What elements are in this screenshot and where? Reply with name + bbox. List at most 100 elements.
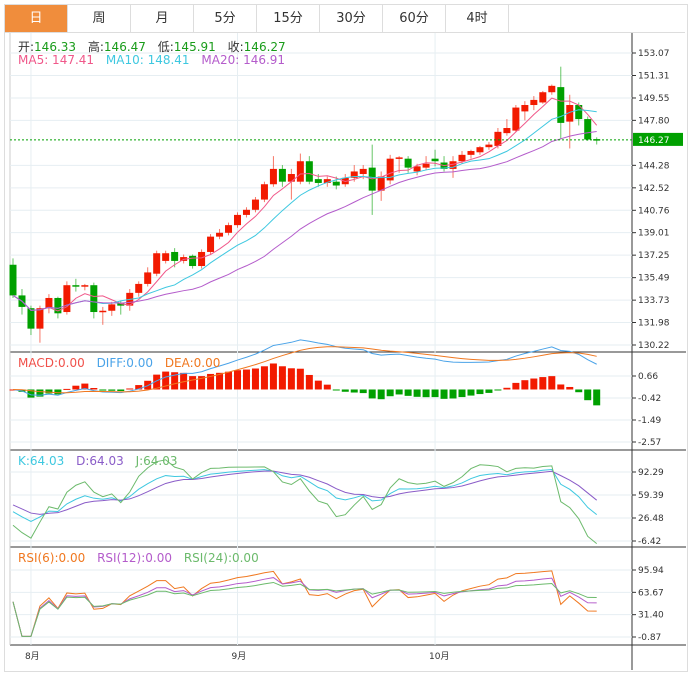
candle-body xyxy=(548,85,556,93)
rsi12-value: RSI(12):0.00 xyxy=(97,551,172,565)
macd-bar xyxy=(234,370,241,390)
candle xyxy=(593,137,601,145)
candle-body xyxy=(153,253,161,274)
candle-body xyxy=(216,232,224,237)
macd-bar xyxy=(413,389,421,397)
candle xyxy=(368,144,376,215)
candle xyxy=(575,102,583,126)
macd-bar xyxy=(530,378,538,390)
candle xyxy=(557,66,565,140)
macd-bar xyxy=(449,389,457,399)
macd-bar xyxy=(225,371,233,390)
macd-bar xyxy=(557,384,565,390)
axis-label: 139.01 xyxy=(638,229,670,239)
high-label: 高: xyxy=(87,40,104,54)
candle-body xyxy=(225,225,233,233)
candle-body xyxy=(81,285,89,287)
candle-body xyxy=(198,251,206,267)
candle xyxy=(566,94,574,149)
high-value: 146.47 xyxy=(103,40,146,54)
candle-body xyxy=(242,209,250,215)
macd-bar xyxy=(422,389,430,398)
stock-chart[interactable]: 8月 9月 10月 153.07 151.31 149.55 147.80 144.28 142… xyxy=(0,0,692,674)
macd-bar xyxy=(126,388,134,390)
axis-label: 26.48 xyxy=(638,514,664,524)
macd-bar xyxy=(341,389,349,392)
macd-bar xyxy=(485,389,493,393)
candle-body xyxy=(530,99,538,106)
d-line xyxy=(12,470,598,515)
candle xyxy=(503,119,511,136)
candle-body xyxy=(458,154,466,162)
axis-label: 133.73 xyxy=(638,296,670,306)
candle xyxy=(512,105,520,132)
candle xyxy=(135,281,143,297)
candle xyxy=(90,282,98,319)
axis-label: 137.25 xyxy=(638,251,670,261)
axis-label: 31.40 xyxy=(638,611,664,621)
axis-label: 140.76 xyxy=(638,206,670,216)
candle-body xyxy=(287,174,295,182)
candle xyxy=(144,267,152,287)
axis-label: 92.29 xyxy=(638,468,664,478)
close-value: 146.27 xyxy=(243,40,286,54)
axis-label: 130.22 xyxy=(638,341,670,351)
candle-body xyxy=(27,308,35,329)
macd-bar xyxy=(395,389,403,395)
candle xyxy=(45,294,53,314)
dea-value: DEA:0.00 xyxy=(164,356,221,370)
candle xyxy=(225,222,233,236)
axis-label: -2.57 xyxy=(638,438,661,448)
macd-bar xyxy=(72,385,80,390)
candle-body xyxy=(296,161,304,182)
candle-body xyxy=(207,236,215,252)
candle xyxy=(108,301,116,316)
candle-body xyxy=(314,179,322,183)
macd-bar xyxy=(566,386,574,390)
candle-body xyxy=(189,255,197,267)
candle-body xyxy=(404,158,412,168)
axis-label: -1.49 xyxy=(638,416,662,426)
x-axis-label: 9月 xyxy=(232,651,247,662)
axis-label: 147.80 xyxy=(638,116,670,126)
macd-bar xyxy=(90,387,98,390)
x-axis-label: 8月 xyxy=(25,651,40,662)
low-value: 145.91 xyxy=(173,40,216,54)
rsi24-line xyxy=(12,581,597,637)
ma20-line xyxy=(12,130,597,311)
axis-label: 149.55 xyxy=(638,94,670,104)
macd-bar xyxy=(593,389,601,406)
candle-body xyxy=(494,131,502,146)
candle-body xyxy=(72,285,80,287)
macd-bar xyxy=(359,389,367,394)
macd-bar xyxy=(575,389,583,393)
candle-body xyxy=(278,168,286,182)
candle-body xyxy=(539,92,547,103)
candle xyxy=(539,90,547,104)
candle xyxy=(234,212,241,228)
macd-bar xyxy=(332,389,340,391)
rsi6-line xyxy=(12,570,597,637)
axis-label: 142.52 xyxy=(638,184,670,194)
rsi-legend: RSI(6):0.00 RSI(12):0.00 RSI(24):0.00 xyxy=(18,551,267,565)
candle xyxy=(242,207,250,218)
candle-body xyxy=(359,168,367,175)
macd-bar xyxy=(476,389,484,395)
macd-bar xyxy=(548,376,556,390)
candle-body xyxy=(234,214,241,226)
candle xyxy=(198,249,206,269)
macd-bar xyxy=(251,368,259,390)
axis-label: -0.87 xyxy=(638,633,661,643)
candle-body xyxy=(108,304,116,311)
candle xyxy=(467,149,475,159)
candle-body xyxy=(467,151,475,155)
macd-bar xyxy=(99,389,107,391)
candle xyxy=(440,156,448,172)
candle-body xyxy=(431,158,439,162)
ma20-value: MA20: 146.91 xyxy=(201,53,286,67)
macd-bar xyxy=(305,374,313,390)
axis-label: 0.66 xyxy=(638,372,658,382)
candle xyxy=(296,153,304,185)
candle xyxy=(36,305,44,343)
candle-body xyxy=(99,310,107,313)
